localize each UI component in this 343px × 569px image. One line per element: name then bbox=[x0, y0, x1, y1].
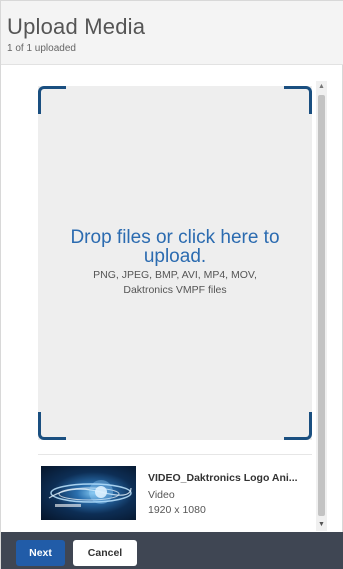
upload-progress-text: 1 of 1 uploaded bbox=[7, 43, 76, 54]
file-type: Video bbox=[148, 489, 175, 501]
dropzone-instruction: Drop files or click here to upload. bbox=[70, 227, 280, 267]
dialog-header: Upload Media 1 of 1 uploaded bbox=[1, 1, 343, 65]
uploaded-file-item[interactable]: VIDEO_Daktronics Logo Ani... Video 1920 … bbox=[41, 466, 313, 522]
scroll-down-arrow-icon[interactable]: ▼ bbox=[316, 519, 327, 531]
dropzone-corner-top-left bbox=[38, 86, 66, 114]
upload-media-dialog: Upload Media 1 of 1 uploaded Drop files … bbox=[0, 0, 343, 569]
dialog-body: Drop files or click here to upload. PNG,… bbox=[1, 66, 343, 532]
vertical-scrollbar[interactable]: ▲ ▼ bbox=[316, 81, 327, 531]
file-resolution: 1920 x 1080 bbox=[148, 504, 206, 516]
video-thumbnail-icon bbox=[41, 466, 136, 520]
dropzone-corner-top-right bbox=[284, 86, 312, 114]
dropzone-corner-bottom-right bbox=[284, 412, 312, 440]
dialog-footer: Next Cancel bbox=[1, 532, 343, 569]
dialog-title: Upload Media bbox=[7, 14, 146, 39]
scrollbar-thumb[interactable] bbox=[318, 95, 325, 516]
divider bbox=[38, 454, 312, 455]
dropzone-corner-bottom-left bbox=[38, 412, 66, 440]
next-button[interactable]: Next bbox=[16, 540, 65, 566]
file-dropzone[interactable]: Drop files or click here to upload. PNG,… bbox=[38, 86, 312, 440]
file-name: VIDEO_Daktronics Logo Ani... bbox=[148, 472, 298, 484]
dropzone-supported-formats: PNG, JPEG, BMP, AVI, MP4, MOV, Daktronic… bbox=[93, 269, 257, 296]
scroll-up-arrow-icon[interactable]: ▲ bbox=[316, 81, 327, 93]
cancel-button[interactable]: Cancel bbox=[73, 540, 137, 566]
